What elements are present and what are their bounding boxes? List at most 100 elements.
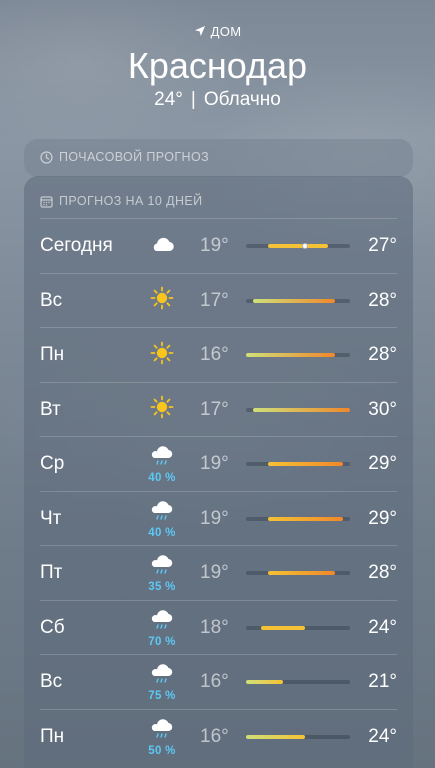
high-temperature: 29° [368, 507, 397, 529]
low-temperature: 16° [200, 671, 229, 692]
rain-cloud-icon [148, 553, 176, 582]
forecast-row[interactable]: Пт 35 % 19° 28° [40, 545, 397, 600]
high-temperature: 24° [368, 725, 397, 747]
high-temperature: 30° [368, 398, 397, 420]
ten-day-forecast-card[interactable]: ПРОГНОЗ НА 10 ДНЕЙ Сегодня 19° 27° Вс 17° 28°… [24, 176, 413, 768]
precipitation-chance: 50 % [148, 744, 176, 757]
forecast-row[interactable]: Чт 40 % 19° 29° [40, 490, 397, 546]
forecast-row[interactable]: Ср 40 % 19° 29° [40, 436, 397, 491]
forecast-row[interactable]: Сб 70 % 18° 24° [40, 599, 397, 655]
temperature-range-bar [246, 407, 350, 412]
sun-icon [148, 286, 176, 315]
temperature-range-bar [246, 571, 350, 575]
weather-icon-wrap [144, 219, 180, 273]
weather-icon-wrap: 75 % [144, 655, 180, 709]
conditions-separator: | [190, 89, 196, 110]
weather-icon-wrap [144, 328, 180, 382]
high-temperature: 27° [368, 235, 397, 256]
low-temperature: 16° [200, 725, 229, 747]
hourly-forecast-card[interactable]: ПОЧАСОВОЙ ПРОГНОЗ [24, 139, 413, 177]
low-temperature: 17° [200, 289, 229, 311]
temperature-range-bar [246, 462, 350, 466]
current-location-indicator: ДОМ [0, 22, 435, 40]
current-temperature: 24° [154, 89, 183, 110]
forecast-day: Вс [40, 671, 63, 692]
forecast-day: Вт [40, 398, 61, 420]
low-temperature: 19° [200, 507, 229, 529]
high-temperature: 28° [368, 562, 397, 583]
forecast-day: Чт [40, 507, 62, 529]
daily-forecast-list: Сегодня 19° 27° Вс 17° 28° Пн 16° 28° Вт 17° 30° Ср 4… [24, 218, 413, 763]
precipitation-chance: 75 % [148, 690, 176, 702]
temperature-range-bar [246, 353, 350, 357]
temperature-range-bar [246, 298, 350, 303]
precipitation-chance: 40 % [148, 472, 176, 484]
hourly-forecast-title: ПОЧАСОВОЙ ПРОГНОЗ [59, 150, 210, 164]
precipitation-chance: 35 % [148, 581, 176, 593]
forecast-row[interactable]: Пн 50 % 16° 24° [40, 708, 397, 764]
temperature-range-fill [246, 353, 336, 357]
weather-icon-wrap: 40 % [144, 492, 180, 546]
low-temperature: 19° [200, 562, 229, 583]
weather-icon-wrap: 50 % [144, 710, 180, 764]
forecast-row[interactable]: Вт 17° 30° [40, 381, 397, 437]
ten-day-forecast-title: ПРОГНОЗ НА 10 ДНЕЙ [59, 194, 203, 208]
forecast-day: Пн [40, 344, 65, 365]
low-temperature: 19° [200, 453, 229, 474]
high-temperature: 29° [368, 453, 397, 474]
forecast-day: Пн [40, 725, 65, 747]
temperature-range-bar [246, 680, 350, 684]
forecast-row[interactable]: Вс 75 % 16° 21° [40, 654, 397, 709]
temperature-range-fill [268, 462, 343, 466]
temperature-range-fill [260, 625, 306, 630]
forecast-day: Вс [40, 289, 63, 311]
condition-text: Облачно [203, 89, 281, 110]
weather-icon-wrap: 40 % [144, 437, 180, 491]
forecast-row[interactable]: Сегодня 19° 27° [40, 218, 397, 273]
low-temperature: 17° [200, 398, 229, 420]
rain-cloud-icon [148, 717, 176, 746]
hourly-forecast-header: ПОЧАСОВОЙ ПРОГНОЗ [24, 139, 413, 164]
location-label: ДОМ [210, 23, 242, 39]
ten-day-forecast-header: ПРОГНОЗ НА 10 ДНЕЙ [24, 176, 413, 214]
high-temperature: 28° [368, 289, 397, 311]
rain-cloud-icon [148, 608, 176, 637]
rain-cloud-icon [148, 499, 176, 528]
high-temperature: 24° [368, 616, 397, 638]
forecast-day: Ср [40, 453, 65, 474]
forecast-day: Пт [40, 562, 63, 583]
location-header: ДОМ Краснодар 24° | Облачно [0, 0, 435, 112]
precipitation-chance: 40 % [148, 526, 176, 539]
temperature-range-bar [246, 734, 350, 739]
cloud-icon [148, 232, 176, 261]
forecast-row[interactable]: Пн 16° 28° [40, 327, 397, 382]
low-temperature: 19° [200, 235, 229, 256]
temperature-range-bar [246, 625, 350, 630]
forecast-row[interactable]: Вс 17° 28° [40, 272, 397, 328]
temperature-range-fill [253, 407, 350, 412]
calendar-icon [40, 195, 53, 208]
weather-icon-wrap: 70 % [144, 601, 180, 655]
temperature-range-fill [268, 516, 343, 521]
sun-icon [148, 395, 176, 424]
temperature-range-bar [246, 243, 350, 249]
temperature-range-bar [246, 516, 350, 521]
rain-cloud-icon [148, 444, 176, 473]
current-conditions: 24° | Облачно [0, 88, 435, 112]
rain-cloud-icon [148, 662, 176, 691]
temperature-range-fill [253, 298, 336, 303]
city-name: Краснодар [127, 45, 308, 86]
low-temperature: 18° [200, 616, 229, 638]
weather-icon-wrap: 35 % [144, 546, 180, 600]
temperature-range-fill [268, 244, 328, 248]
clock-icon [40, 150, 53, 164]
weather-icon-wrap [144, 274, 180, 328]
temperature-range-fill [246, 734, 306, 739]
temperature-range-fill [268, 571, 336, 575]
location-arrow-icon [194, 26, 205, 36]
weather-icon-wrap [144, 383, 180, 437]
precipitation-chance: 70 % [148, 635, 176, 648]
forecast-day: Сегодня [40, 235, 113, 256]
forecast-day: Сб [40, 616, 65, 638]
temperature-range-fill [246, 680, 284, 684]
